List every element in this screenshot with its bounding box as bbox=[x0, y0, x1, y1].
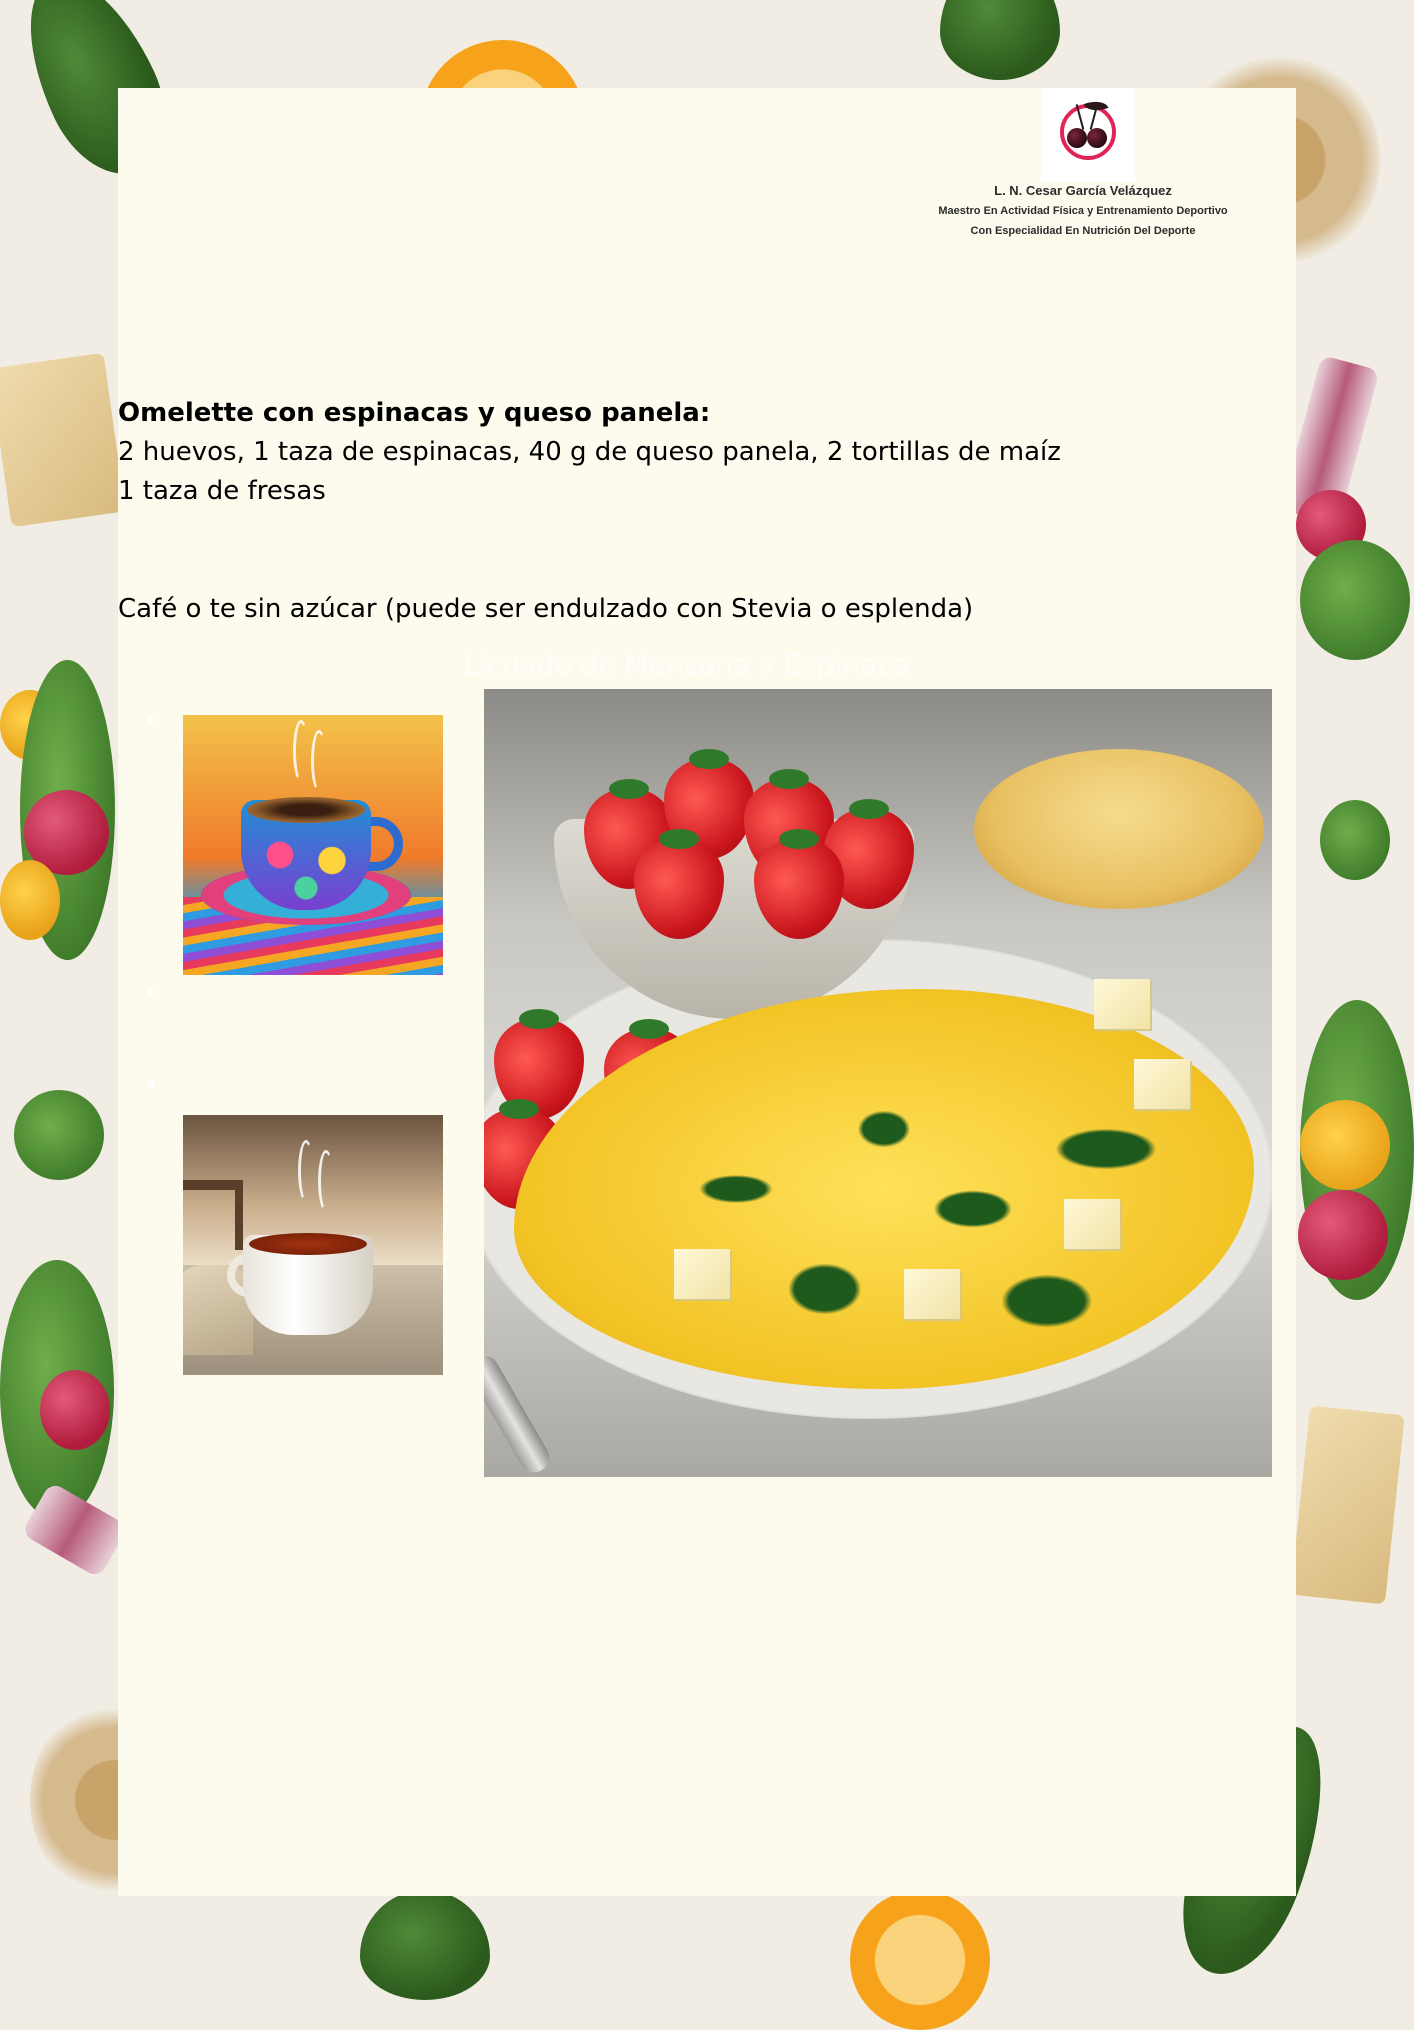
recipe-title: Omelette con espinacas y queso panela: bbox=[118, 398, 711, 428]
orange-slice-icon bbox=[850, 1890, 990, 2030]
cheese-cube-icon bbox=[1094, 979, 1150, 1029]
raspberry-icon bbox=[40, 1370, 110, 1450]
bullet-marker bbox=[147, 988, 154, 995]
parsley-sprig-icon bbox=[1320, 800, 1390, 880]
credential-line: Maestro En Actividad Física y Entrenamie… bbox=[938, 205, 1228, 217]
spinach-leaf-icon bbox=[940, 0, 1060, 80]
chair bbox=[183, 1180, 243, 1250]
author-name: L. N. Cesar García Velázquez bbox=[994, 183, 1172, 198]
tortillas bbox=[974, 749, 1264, 909]
bullet-marker bbox=[147, 1081, 154, 1088]
cheese-cube-icon bbox=[1134, 1059, 1190, 1109]
fork bbox=[484, 1350, 555, 1477]
steam-icon bbox=[318, 1150, 334, 1212]
recipe-drink: Café o te sin azúcar (puede ser endulzad… bbox=[118, 594, 974, 624]
herb-sprig-icon bbox=[1300, 540, 1410, 660]
cherry bbox=[1087, 128, 1107, 148]
banana-slice-icon bbox=[0, 860, 60, 940]
cheese-cube-icon bbox=[1064, 1199, 1120, 1249]
omelette-plate-image bbox=[484, 689, 1272, 1477]
cheese-cube-icon bbox=[674, 1249, 730, 1299]
bread-slice-icon bbox=[1290, 1405, 1405, 1605]
parsley-sprig-icon bbox=[14, 1090, 104, 1180]
coffee bbox=[247, 797, 365, 823]
spinach-leaf-icon bbox=[360, 1890, 490, 2000]
banana-slice-icon bbox=[1300, 1100, 1390, 1190]
brand-logo bbox=[1041, 88, 1135, 182]
tea bbox=[249, 1233, 367, 1255]
tea-cup-image bbox=[183, 1115, 443, 1375]
coffee-cup-image bbox=[183, 715, 443, 975]
faded-heading: Licuado de Manzana y Espinaca bbox=[463, 648, 910, 681]
steam-icon bbox=[311, 730, 327, 792]
bread-slice-icon bbox=[0, 352, 126, 528]
credential-line: Con Especialidad En Nutrición Del Deport… bbox=[970, 225, 1196, 237]
recipe-ingredients: 2 huevos, 1 taza de espinacas, 40 g de q… bbox=[118, 437, 1061, 467]
cherry bbox=[1067, 128, 1087, 148]
cheese-cube-icon bbox=[904, 1269, 960, 1319]
recipe-fruit: 1 taza de fresas bbox=[118, 476, 326, 506]
steam-icon bbox=[298, 1140, 314, 1202]
bullet-marker bbox=[147, 716, 154, 723]
author-credentials: L. N. Cesar García Velázquez Maestro En … bbox=[888, 181, 1278, 241]
steam-icon bbox=[293, 720, 309, 782]
raspberry-icon bbox=[1298, 1190, 1388, 1280]
document-card: L. N. Cesar García Velázquez Maestro En … bbox=[118, 88, 1296, 1896]
